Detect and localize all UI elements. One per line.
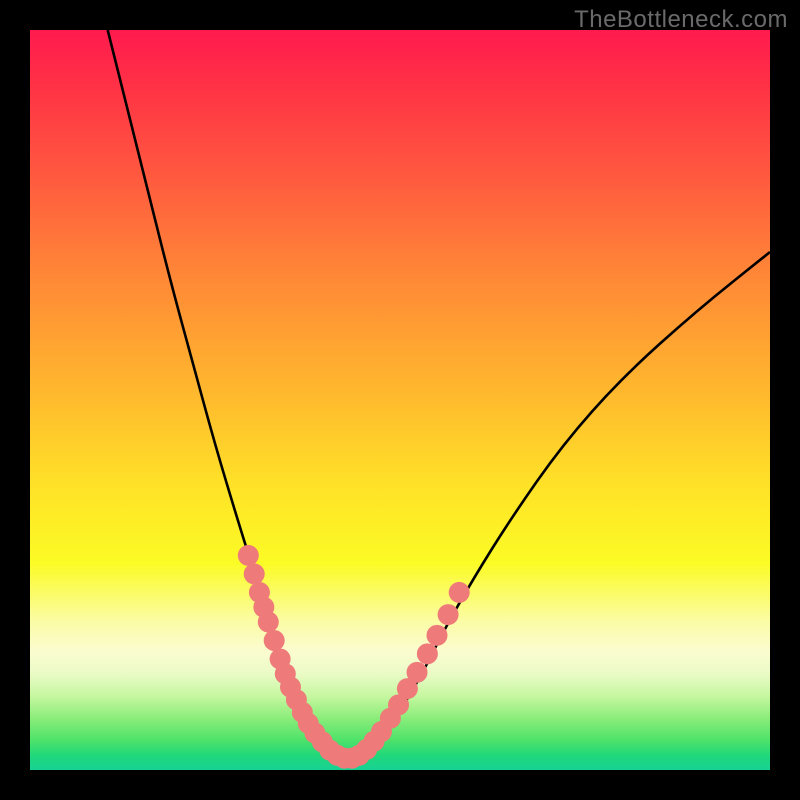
marker-dot: [427, 625, 448, 646]
marker-dot: [417, 643, 438, 664]
marker-dot: [244, 563, 265, 584]
chart-frame: TheBottleneck.com: [0, 0, 800, 800]
watermark-text: TheBottleneck.com: [574, 6, 788, 34]
marker-dot: [449, 582, 470, 603]
marker-dot: [238, 545, 259, 566]
chart-svg: [30, 30, 770, 770]
marker-dots: [238, 545, 470, 769]
marker-dot: [407, 662, 428, 683]
marker-dot: [258, 612, 279, 633]
main-curve: [108, 30, 770, 759]
marker-dot: [438, 604, 459, 625]
marker-dot: [264, 630, 285, 651]
plot-area: [30, 30, 770, 770]
